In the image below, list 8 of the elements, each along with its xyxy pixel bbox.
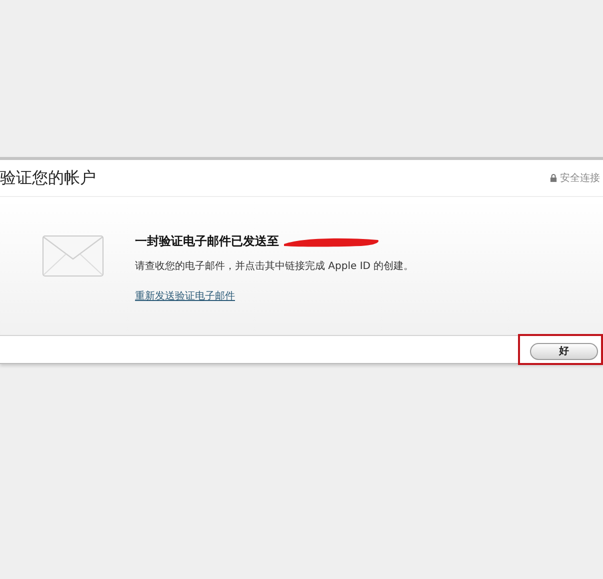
envelope-icon — [42, 235, 104, 277]
instruction-text: 请查收您的电子邮件，并点击其中链接完成 Apple ID 的创建。 — [135, 260, 414, 273]
sent-heading: 一封验证电子邮件已发送至 — [135, 233, 279, 250]
dialog-title: 验证您的帐户 — [0, 168, 96, 188]
secure-connection-label: 安全连接 — [560, 172, 600, 185]
ok-button[interactable]: 好 — [530, 342, 598, 360]
resend-link[interactable]: 重新发送验证电子邮件 — [135, 289, 235, 303]
lock-icon — [550, 174, 557, 182]
